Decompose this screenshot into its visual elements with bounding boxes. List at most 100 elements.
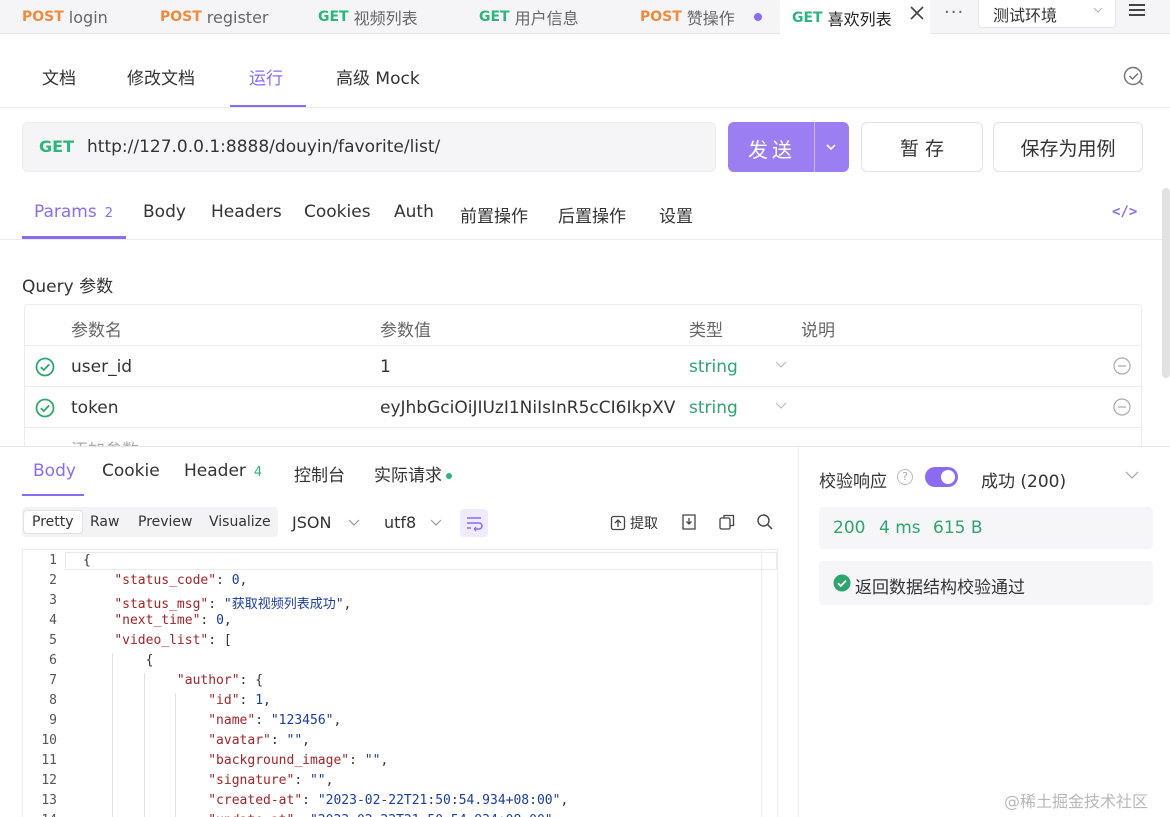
code-line: "avatar": "",	[208, 733, 310, 748]
view-mode-raw[interactable]: Raw	[82, 511, 127, 533]
view-mode-preview[interactable]: Preview	[130, 511, 201, 533]
tab-headers[interactable]: Headers	[211, 202, 282, 222]
history-icon[interactable]	[1122, 64, 1146, 88]
extract-button[interactable]: 提取	[610, 513, 658, 533]
code-line: "id": 1,	[208, 693, 271, 708]
code-line: "background_image": "",	[208, 753, 389, 768]
request-tab-login[interactable]: POST login	[22, 0, 108, 34]
close-tab-icon[interactable]	[908, 4, 930, 28]
send-button-label: 发送	[748, 138, 796, 162]
view-mode-visualize[interactable]: Visualize	[201, 511, 279, 533]
mode-tabs: 文档 修改文档 运行 高级 Mock	[0, 36, 1170, 108]
response-body-editor[interactable]: 1234567891011121314 { "status_code": 0, …	[22, 549, 778, 817]
encoding-select[interactable]: utf8	[384, 513, 416, 532]
response-metrics: 200 4 ms 615 B	[819, 507, 1153, 549]
request-section-tabs: Params 2 Body Headers Cookies Auth 前置操作 后…	[0, 188, 1162, 240]
tab-pre-ops[interactable]: 前置操作	[460, 202, 528, 227]
indent-guide	[174, 693, 176, 817]
view-mode-pretty[interactable]: Pretty	[24, 511, 82, 533]
remove-row-icon[interactable]	[1113, 357, 1131, 375]
param-value-field[interactable]: eyJhbGciOiJIUzI1NiIsInR5cCI6IkpXVCJ	[380, 398, 676, 418]
url-bar[interactable]: GET http://127.0.0.1:8888/douyin/favorit…	[22, 122, 716, 172]
enabled-checkbox-icon[interactable]	[35, 357, 55, 377]
validate-response-label: 校验响应	[819, 472, 887, 492]
line-number: 10	[41, 733, 57, 748]
save-as-case-button[interactable]: 保存为用例	[993, 122, 1143, 172]
table-row: user_id 1 string	[25, 346, 1141, 387]
active-line-highlight	[65, 552, 777, 570]
code-line: "author": {	[176, 673, 264, 688]
validation-result: 返回数据结构校验通过	[819, 561, 1153, 605]
method-badge: POST	[22, 9, 64, 25]
environment-select[interactable]: 测试环境	[978, 0, 1116, 28]
help-icon[interactable]: ?	[897, 469, 913, 485]
method-badge: POST	[640, 9, 682, 25]
tab-docs[interactable]: 文档	[42, 64, 76, 89]
download-icon[interactable]	[680, 513, 698, 531]
word-wrap-icon[interactable]	[460, 509, 488, 537]
copy-icon[interactable]	[718, 513, 736, 531]
tab-params[interactable]: Params 2	[34, 202, 113, 222]
request-tab-user-info[interactable]: GET 用户信息	[479, 0, 579, 34]
search-icon[interactable]	[756, 513, 774, 531]
tab-settings[interactable]: 设置	[659, 202, 693, 227]
request-tab-register[interactable]: POST register	[160, 0, 269, 34]
request-tab-like-action[interactable]: POST 赞操作	[640, 0, 762, 34]
tab-body[interactable]: Body	[143, 202, 186, 222]
line-number: 2	[49, 573, 57, 588]
tab-response-header[interactable]: Header 4	[184, 461, 262, 481]
tab-response-cookie[interactable]: Cookie	[102, 461, 160, 481]
param-type-select[interactable]: string	[689, 398, 738, 418]
code-snippet-icon[interactable]: </>	[1112, 204, 1137, 220]
line-number-gutter: 1234567891011121314	[23, 550, 65, 817]
line-number: 7	[49, 673, 57, 688]
scrollbar[interactable]	[1162, 188, 1170, 378]
param-name-field[interactable]: token	[71, 398, 119, 418]
param-type-select[interactable]: string	[689, 357, 738, 377]
request-tab-strip: POST login POST register GET 视频列表 GET 用户…	[0, 0, 1170, 35]
query-params-table: 参数名 参数值 类型 说明 user_id 1 string token eyJ…	[24, 304, 1142, 446]
format-select[interactable]: JSON	[292, 513, 331, 532]
chevron-down-icon[interactable]	[1125, 471, 1139, 480]
tab-response-body[interactable]: Body	[33, 461, 76, 481]
request-tab-video-list[interactable]: GET 视频列表	[318, 0, 418, 34]
chevron-down-icon[interactable]	[430, 519, 442, 527]
method-select[interactable]: GET	[39, 137, 74, 156]
add-param-placeholder[interactable]: 添加参数	[71, 436, 139, 446]
line-number: 6	[49, 653, 57, 668]
tab-edit-docs[interactable]: 修改文档	[127, 64, 195, 89]
extract-label: 提取	[630, 516, 658, 532]
enabled-checkbox-icon[interactable]	[35, 398, 55, 418]
param-value-field[interactable]: 1	[380, 357, 676, 377]
chevron-down-icon[interactable]	[775, 361, 787, 369]
url-input[interactable]: http://127.0.0.1:8888/douyin/favorite/li…	[87, 137, 440, 157]
check-circle-icon	[833, 574, 851, 592]
tab-actual-request[interactable]: 实际请求	[374, 461, 452, 486]
tab-console[interactable]: 控制台	[294, 461, 345, 486]
remove-row-icon[interactable]	[1113, 398, 1131, 416]
indent-guide	[112, 653, 114, 817]
line-number: 3	[49, 593, 57, 608]
response-status-select[interactable]: 成功 (200)	[981, 467, 1066, 492]
validate-response-toggle[interactable]	[925, 467, 958, 487]
code-line: {	[83, 553, 91, 568]
validation-panel: 校验响应 ? 成功 (200) 200 4 ms 615 B 返回数据结构校验通…	[798, 447, 1170, 817]
save-draft-button[interactable]: 暂 存	[861, 122, 983, 172]
chevron-down-icon[interactable]	[775, 402, 787, 410]
chevron-down-icon[interactable]	[348, 519, 360, 527]
divider	[0, 239, 1162, 240]
tab-cookies[interactable]: Cookies	[304, 202, 371, 222]
column-header: 参数名	[71, 321, 122, 341]
tab-auth[interactable]: Auth	[394, 202, 434, 222]
send-button[interactable]: 发送	[728, 122, 849, 172]
request-tab-label: 赞操作	[686, 9, 735, 28]
chevron-down-icon[interactable]	[825, 142, 837, 152]
tab-advanced-mock[interactable]: 高级 Mock	[336, 64, 420, 89]
editor-scrollbar[interactable]	[761, 550, 762, 817]
tab-post-ops[interactable]: 后置操作	[558, 202, 626, 227]
tab-run[interactable]: 运行	[249, 64, 283, 89]
active-tab-indicator	[230, 105, 306, 107]
hamburger-menu-icon[interactable]	[1125, 0, 1151, 22]
param-name-field[interactable]: user_id	[71, 357, 132, 377]
more-tabs-icon[interactable]: ···	[944, 2, 964, 23]
